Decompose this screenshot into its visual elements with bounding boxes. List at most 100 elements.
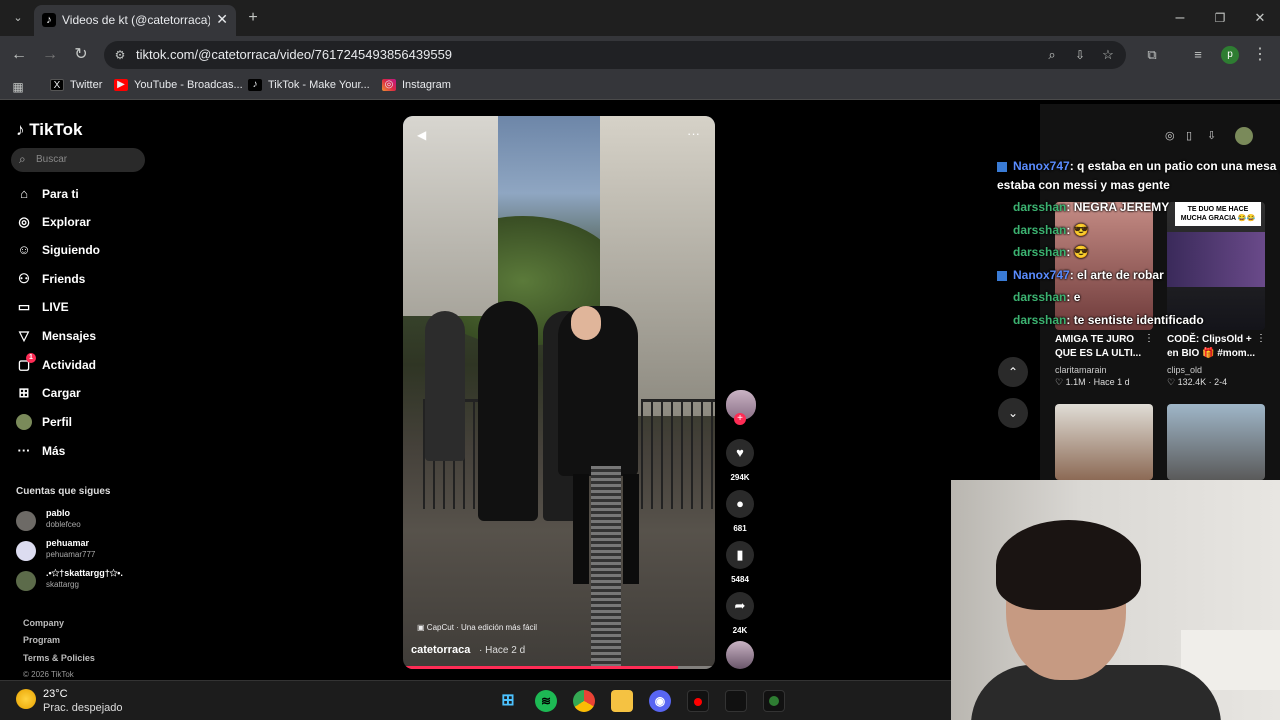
search-input[interactable]: ⌕ Buscar <box>11 148 145 172</box>
card-title[interactable]: CODĚ: ClipsOld + en BIO 🎁 #mom... <box>1167 333 1261 361</box>
tiktok-note-icon: ♪ <box>16 120 25 139</box>
chat-message: darsshan: e <box>997 288 1080 306</box>
taskbar-app-icon[interactable] <box>725 690 747 712</box>
bookmark-instagram[interactable]: ◎ Instagram <box>382 79 451 91</box>
extensions-icon[interactable]: ⧉ <box>1142 45 1162 65</box>
recommended-thumbnail[interactable] <box>1167 404 1265 480</box>
video-author[interactable]: catetorraca <box>411 644 470 656</box>
browser-tab[interactable]: ♪ Videos de kt (@catetorraca) con ✕ <box>34 5 236 36</box>
footer-link-terms[interactable]: Terms & Policies <box>23 653 95 663</box>
compass-icon[interactable]: ◎ <box>1165 129 1175 142</box>
share-button[interactable]: ➦ <box>726 592 754 620</box>
chat-message: darsshan: 😎 <box>997 221 1089 239</box>
windows-start-icon[interactable]: ⊞ <box>497 690 519 712</box>
profile-avatar[interactable]: p <box>1221 46 1239 64</box>
capcut-label[interactable]: ▣ CapCut · Una edición más fácil <box>417 623 537 632</box>
apps-grid-icon[interactable]: ▦ <box>8 77 28 97</box>
card-more-icon[interactable]: ⋮ <box>1256 333 1266 344</box>
search-icon: ⌕ <box>19 152 26 166</box>
nav-item-actividad[interactable]: ▢ 1 Actividad <box>16 353 96 375</box>
chat-text: : NEGRA JEREMY <box>1066 200 1170 214</box>
chrome-profile-window-icon[interactable] <box>763 690 785 712</box>
chat-text: : el arte de robar <box>1069 268 1164 282</box>
sound-disc[interactable] <box>726 641 754 669</box>
forward-icon[interactable]: → <box>40 45 60 65</box>
download-icon[interactable]: ⇩ <box>1207 129 1216 142</box>
media-control-icon[interactable]: ≡ <box>1188 45 1208 65</box>
chat-username: darsshan <box>1013 200 1067 214</box>
card-username[interactable]: clips_old <box>1167 365 1202 375</box>
mobile-icon[interactable]: ▯ <box>1186 129 1192 142</box>
new-tab-icon[interactable]: + <box>243 8 263 28</box>
weather-description[interactable]: Prac. despejado <box>43 702 123 714</box>
video-progress-bar[interactable] <box>403 666 715 669</box>
nav-item-mensajes[interactable]: ▽ Mensajes <box>16 326 96 346</box>
back-icon[interactable]: ← <box>9 45 29 65</box>
more-icon: ··· <box>17 443 31 458</box>
messages-icon: ▽ <box>19 328 29 343</box>
weather-temperature[interactable]: 23°C <box>43 688 68 700</box>
footer-link-company[interactable]: Company <box>23 618 64 628</box>
nav-item-explorar[interactable]: ◎ Explorar <box>16 212 90 232</box>
chrome-icon[interactable] <box>573 690 595 712</box>
comment-button[interactable]: ● <box>726 490 754 518</box>
footer-link-program[interactable]: Program <box>23 635 60 645</box>
nav-item-friends[interactable]: ⚇ Friends <box>16 269 85 289</box>
tiktok-icon: ♪ <box>248 79 262 91</box>
url-text: tiktok.com/@catetorraca/video/7617245493… <box>136 47 453 62</box>
chat-username: darsshan <box>1013 290 1067 304</box>
address-bar[interactable]: ⚙ tiktok.com/@catetorraca/video/76172454… <box>104 41 1126 69</box>
chat-badge-icon <box>997 270 1007 281</box>
site-settings-icon[interactable]: ⚙ <box>110 45 130 65</box>
chat-badge-icon <box>997 248 1007 258</box>
menu-icon[interactable]: ⋮ <box>1250 45 1270 65</box>
card-title[interactable]: AMIGA TE JURO QUE ES LA ULTI... <box>1055 333 1143 361</box>
bookmark-youtube[interactable]: ▶ YouTube - Broadcas... <box>114 79 243 91</box>
close-icon[interactable]: ✕ <box>216 11 228 28</box>
bookmark-tiktok[interactable]: ♪ TikTok - Make Your... <box>248 79 370 91</box>
chat-text: : e <box>1066 290 1081 304</box>
bookmark-twitter[interactable]: X Twitter <box>50 79 102 91</box>
file-explorer-icon[interactable] <box>611 690 633 712</box>
user-avatar[interactable] <box>1235 127 1253 145</box>
save-button[interactable]: ▮ <box>726 541 754 569</box>
card-username[interactable]: claritamarain <box>1055 365 1107 375</box>
tiktok-logo[interactable]: ♪ TikTok <box>16 120 82 140</box>
webcam-person <box>996 520 1141 610</box>
chat-username: darsshan <box>1013 245 1067 259</box>
reload-icon[interactable]: ↻ <box>71 45 91 65</box>
obs-app-icon[interactable] <box>687 690 709 712</box>
previous-video-button[interactable]: ⌃ <box>998 357 1028 387</box>
nav-item-live[interactable]: ▭ LIVE <box>16 297 69 317</box>
next-video-button[interactable]: ⌄ <box>998 398 1028 428</box>
minimize-icon[interactable]: – <box>1170 8 1190 28</box>
restore-icon[interactable]: ❐ <box>1210 8 1230 28</box>
chat-badge-icon <box>997 293 1007 303</box>
spotify-icon[interactable]: ≋ <box>535 690 557 712</box>
nav-item-cargar[interactable]: ⊞ Cargar <box>16 383 81 403</box>
discord-icon[interactable]: ◉ <box>649 690 671 712</box>
nav-item-mas[interactable]: ··· Más <box>16 441 66 461</box>
nav-item-perfil[interactable]: Perfil <box>16 412 72 432</box>
heart-icon: ♥ <box>736 445 744 460</box>
nav-item-para-ti[interactable]: ⌂ Para ti <box>16 184 79 204</box>
volume-icon[interactable]: ◀ <box>417 128 426 142</box>
chat-username: Nanox747 <box>1013 159 1070 173</box>
weather-sun-icon[interactable] <box>16 689 36 709</box>
video-player[interactable]: ◀ ··· ▣ CapCut · Una edición más fácil c… <box>403 116 715 669</box>
follow-plus-icon[interactable]: + <box>734 413 746 425</box>
zoom-search-icon[interactable]: ⌕ <box>1042 45 1062 65</box>
card-more-icon[interactable]: ⋮ <box>1144 333 1154 344</box>
home-icon: ⌂ <box>20 186 28 201</box>
more-options-icon[interactable]: ··· <box>687 126 700 141</box>
window-close-icon[interactable]: ✕ <box>1250 8 1270 28</box>
comment-count: 681 <box>733 524 747 533</box>
bookmark-star-icon[interactable]: ☆ <box>1098 45 1118 65</box>
nav-item-siguiendo[interactable]: ☺ Siguiendo <box>16 240 100 260</box>
account-name: pehuamar <box>46 538 90 548</box>
install-app-icon[interactable]: ⇩ <box>1070 45 1090 65</box>
tab-search-icon[interactable]: ⌄ <box>8 8 28 28</box>
like-button[interactable]: ♥ <box>726 439 754 467</box>
recommended-thumbnail[interactable] <box>1055 404 1153 480</box>
upload-icon: ⊞ <box>18 385 30 400</box>
